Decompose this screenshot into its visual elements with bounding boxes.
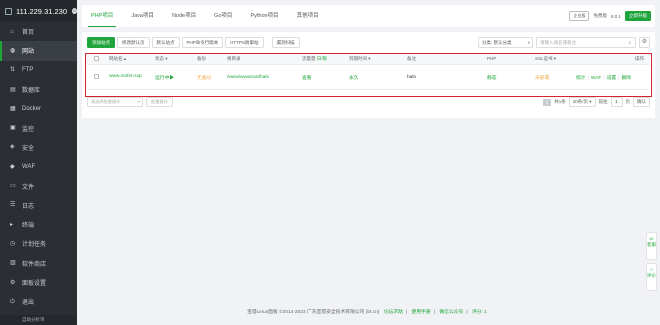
sidebar-item-2[interactable]: ⇅ FTP <box>0 61 77 80</box>
page-size-select[interactable]: 20条/页 ▾ <box>568 97 596 107</box>
add-site-button[interactable]: 添加站点 <box>87 37 115 48</box>
php-cli-button[interactable]: PHP命令行版本 <box>181 37 224 48</box>
batch-select[interactable]: 请选择批量操作 <box>87 97 143 107</box>
tab-other[interactable]: 其他项目 <box>288 5 328 27</box>
rate-float-button[interactable]: ☆ 评价 <box>646 263 657 291</box>
sidebar-item-5[interactable]: ▣ 监控 <box>0 118 77 137</box>
sidebar-item-12[interactable]: ▥ 软件商店 <box>0 254 77 273</box>
docker-icon: ▦ <box>10 105 16 112</box>
shield-icon: ◈ <box>10 144 15 151</box>
sidebar-menu: ⌂ 首页 ◍ 网站 ⇅ FTP ▤ 数据库 ▦ Docker ▣ 监控 ◈ 安全 ◆ WAF ▭ 文件 ☰ 日志 ▸ 终端… <box>0 22 77 311</box>
database-icon: ▤ <box>10 86 16 93</box>
sidebar-item-label: 日志 <box>22 203 35 210</box>
enterprise-badge[interactable]: 企业版 <box>569 11 590 21</box>
settings-icon: ⚙ <box>10 279 16 286</box>
folder-icon: ▭ <box>10 183 16 190</box>
sidebar-footer[interactable]: 自助分析单 <box>0 315 77 325</box>
sidebar-item-label: 计划任务 <box>22 242 47 249</box>
default-site-button[interactable]: 默认站点 <box>151 37 180 48</box>
current-page[interactable]: 1 <box>542 98 552 106</box>
total-count: 共1条 <box>554 99 566 104</box>
globe-icon: ◍ <box>10 47 16 54</box>
log-icon: ☰ <box>10 202 16 209</box>
sidebar-item-label: 网站 <box>22 49 35 56</box>
manual-link[interactable]: 使用手册 <box>412 310 431 315</box>
https-port-button[interactable]: HTTPS防窜站 <box>225 37 264 48</box>
sidebar-item-label: FTP <box>22 67 34 74</box>
sidebar-item-label: 终端 <box>22 223 35 230</box>
sidebar-item-label: 数据库 <box>22 88 41 95</box>
service-float-button[interactable]: ☏ 客服 <box>646 232 657 260</box>
sidebar-item-9[interactable]: ☰ 日志 <box>0 196 77 215</box>
monitor-icon: ▣ <box>10 125 16 132</box>
main-content: PHP项目 Java项目 Node项目 Go项目 Python项目 其他项目 企… <box>77 0 660 325</box>
sidebar-item-label: 软件商店 <box>22 261 47 268</box>
sidebar-item-1[interactable]: ◍ 网站 <box>0 41 77 61</box>
upgrade-button[interactable]: 立即升级 <box>625 11 651 21</box>
edit-default-page-button[interactable]: 修改默认页 <box>117 37 150 48</box>
page-footer: 宝塔Linux面板 ©2014-2023 广东堡塔安全技术有限公司 (bt.cn… <box>247 310 487 315</box>
terminal-icon: ▸ <box>10 221 14 228</box>
project-tabs: PHP项目 Java项目 Node项目 Go项目 Python项目 其他项目 企… <box>82 5 655 27</box>
sidebar-item-6[interactable]: ◈ 安全 <box>0 138 77 157</box>
copyright-text: 宝塔Linux面板 ©2014-2023 广东堡塔安全技术有限公司 (bt.cn… <box>247 310 380 315</box>
free-version-label: 免费版 <box>593 13 607 18</box>
gear-icon[interactable]: ⚙ <box>639 37 650 48</box>
goto-input[interactable]: 1 <box>610 97 623 107</box>
tab-python[interactable]: Python项目 <box>241 5 287 27</box>
sidebar: 111.229.31.230 0 ⌂ 首页 ◍ 网站 ⇅ FTP ▤ 数据库 ▦ Docker ▣ 监… <box>0 0 77 325</box>
sidebar-item-label: Docker <box>22 105 42 112</box>
sidebar-item-label: 监控 <box>22 126 35 133</box>
wechat-link[interactable]: 微信公众号 <box>439 310 463 315</box>
confirm-button[interactable]: 确认 <box>633 97 650 107</box>
score-link[interactable]: 评分: 1 <box>472 310 487 315</box>
sidebar-item-8[interactable]: ▭ 文件 <box>0 176 77 195</box>
clock-icon: ◷ <box>10 240 16 247</box>
sidebar-item-0[interactable]: ⌂ 首页 <box>0 22 77 41</box>
sidebar-item-label: 面板设置 <box>22 281 47 287</box>
tab-php[interactable]: PHP项目 <box>82 5 122 27</box>
batch-button[interactable]: 批量操作 <box>146 97 173 107</box>
vuln-scan-button[interactable]: 漏洞扫描 <box>271 37 300 48</box>
sidebar-item-label: 文件 <box>22 184 35 191</box>
header-right: 企业版 免费版 8.0.1 立即升级 <box>569 11 655 21</box>
page-unit: 页 <box>625 99 631 104</box>
search-input[interactable]: 请输入域名或备注 ⌕ <box>536 37 636 48</box>
sidebar-item-14[interactable]: ⏻ 退出 <box>0 292 77 311</box>
search-icon[interactable]: ⌕ <box>625 40 635 45</box>
tab-node[interactable]: Node项目 <box>163 5 205 27</box>
forum-link[interactable]: 论坛求助 <box>384 310 403 315</box>
version-label: 8.0.1 <box>610 13 621 19</box>
home-icon: ⌂ <box>10 28 14 35</box>
highlight-box <box>85 53 652 97</box>
sidebar-item-label: 退出 <box>22 300 35 307</box>
sidebar-item-11[interactable]: ◷ 计划任务 <box>0 234 77 253</box>
server-ip: 111.229.31.230 <box>15 6 68 16</box>
store-icon: ▥ <box>10 260 16 267</box>
bottom-bar: 请选择批量操作 批量操作 1 共1条 20条/页 ▾ 前往 1 页 确认 <box>87 97 650 107</box>
pagination: 1 共1条 20条/页 ▾ 前往 1 页 确认 <box>542 97 650 107</box>
search-placeholder: 请输入域名或备注 <box>540 39 576 45</box>
sidebar-item-7[interactable]: ◆ WAF <box>0 157 77 176</box>
sidebar-item-label: WAF <box>22 163 36 170</box>
sidebar-item-3[interactable]: ▤ 数据库 <box>0 80 77 99</box>
sidebar-header: 111.229.31.230 0 <box>0 0 77 22</box>
sidebar-item-13[interactable]: ⚙ 面板设置 <box>0 273 77 292</box>
category-select[interactable]: 分类: 默认分类 <box>478 37 533 48</box>
waf-icon: ◆ <box>10 163 15 170</box>
sidebar-item-label: 首页 <box>22 30 35 37</box>
logout-icon: ⏻ <box>10 298 15 305</box>
goto-label: 前往 <box>598 99 608 104</box>
toolbar: 添加站点 修改默认页 默认站点 PHP命令行版本 HTTPS防窜站 漏洞扫描 分… <box>87 37 650 48</box>
sidebar-item-10[interactable]: ▸ 终端 <box>0 215 77 234</box>
ftp-icon: ⇅ <box>10 67 16 74</box>
tab-go[interactable]: Go项目 <box>205 5 241 27</box>
sidebar-item-label: 安全 <box>22 145 35 152</box>
tab-java[interactable]: Java项目 <box>122 5 163 27</box>
monitor-icon <box>5 7 12 15</box>
sidebar-item-4[interactable]: ▦ Docker <box>0 99 77 118</box>
